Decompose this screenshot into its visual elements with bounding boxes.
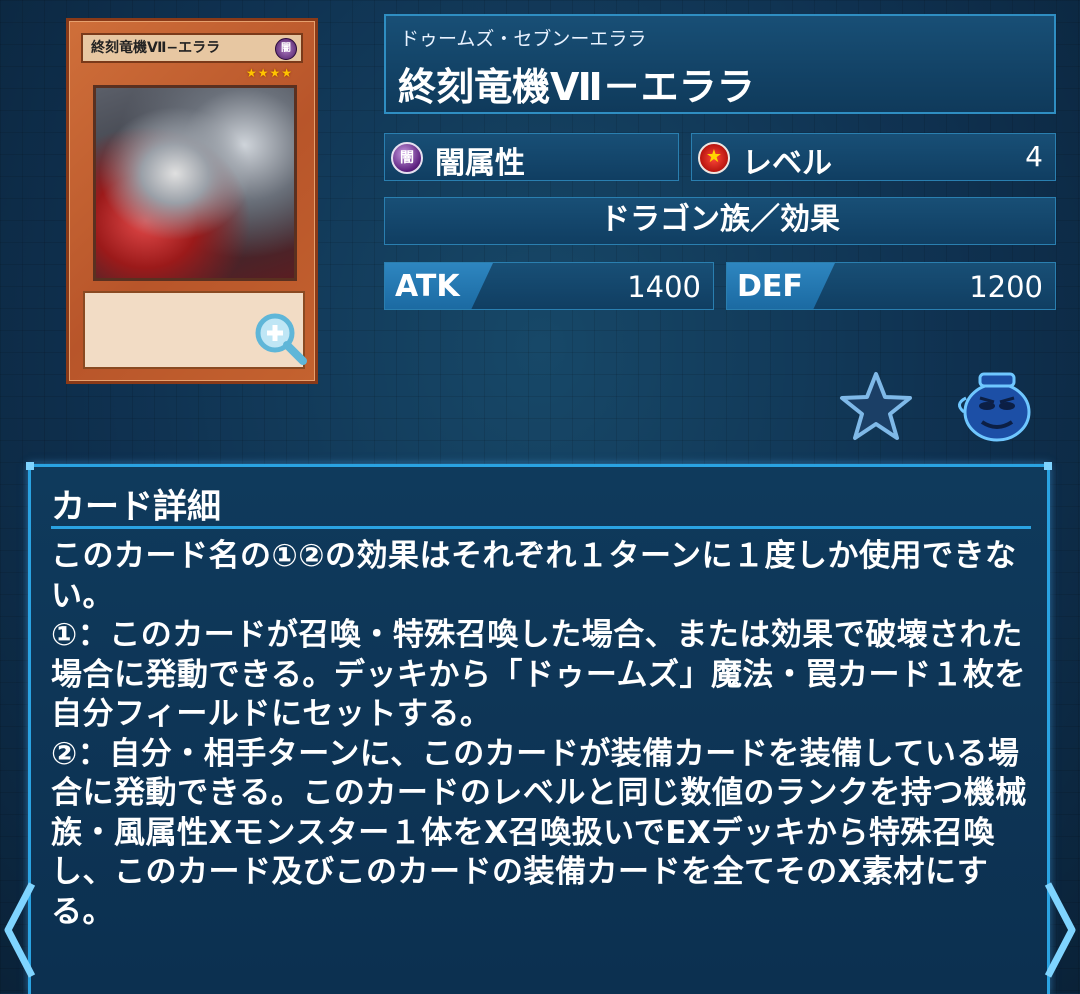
def-label: DEF: [737, 269, 803, 304]
atk-label: ATK: [395, 269, 460, 304]
card-image-text-box: [83, 291, 307, 369]
atk-value: 1400: [627, 270, 701, 304]
def-box: DEF 1200: [726, 262, 1056, 310]
level-label: レベル: [742, 146, 832, 181]
chevron-left-icon[interactable]: [2, 880, 36, 980]
panel-corner: [1044, 462, 1052, 470]
card-artwork: [93, 85, 297, 281]
monster-type: ドラゴン族／効果: [600, 202, 840, 237]
card-name-panel: ドゥームズ・セブンーエララ 終刻竜機Ⅶ－エララ: [384, 14, 1056, 114]
card-image-attribute-icon: 闇: [275, 38, 297, 60]
card-name-ruby: ドゥームズ・セブンーエララ: [400, 28, 647, 50]
card-image-title-box: 終刻竜機Ⅶ−エララ 闇: [81, 33, 303, 63]
panel-corner: [26, 462, 34, 470]
level-value: 4: [1025, 140, 1043, 173]
level-star-icon: ★: [698, 142, 730, 174]
card-image-level-stars: ★★★★: [245, 66, 293, 80]
def-value: 1200: [969, 270, 1043, 304]
chevron-right-icon[interactable]: [1044, 880, 1078, 980]
atk-box: ATK 1400: [384, 262, 714, 310]
monster-type-box: ドラゴン族／効果: [384, 197, 1056, 245]
card-image[interactable]: 終刻竜機Ⅶ−エララ 闇 ★★★★: [66, 18, 318, 384]
attribute-box: 闇 闇属性: [384, 133, 679, 181]
detail-title: カード詳細: [51, 487, 221, 527]
star-icon[interactable]: [838, 370, 914, 442]
dark-attribute-icon: 闇: [391, 142, 423, 174]
magnify-icon[interactable]: [253, 311, 309, 367]
card-name: 終刻竜機Ⅶ－エララ: [398, 65, 755, 109]
attribute-label: 闇属性: [435, 146, 525, 181]
card-image-title: 終刻竜機Ⅶ−エララ: [91, 40, 221, 56]
detail-divider: [51, 526, 1031, 529]
card-effect-text: このカード名の①②の効果はそれぞれ１ターンに１度しか使用できない。 ①：このカー…: [51, 538, 1027, 930]
level-box: ★ レベル 4: [691, 133, 1056, 181]
card-detail-panel: カード詳細 このカード名の①②の効果はそれぞれ１ターンに１度しか使用できない。 …: [26, 462, 1052, 994]
pot-icon[interactable]: [954, 368, 1040, 444]
